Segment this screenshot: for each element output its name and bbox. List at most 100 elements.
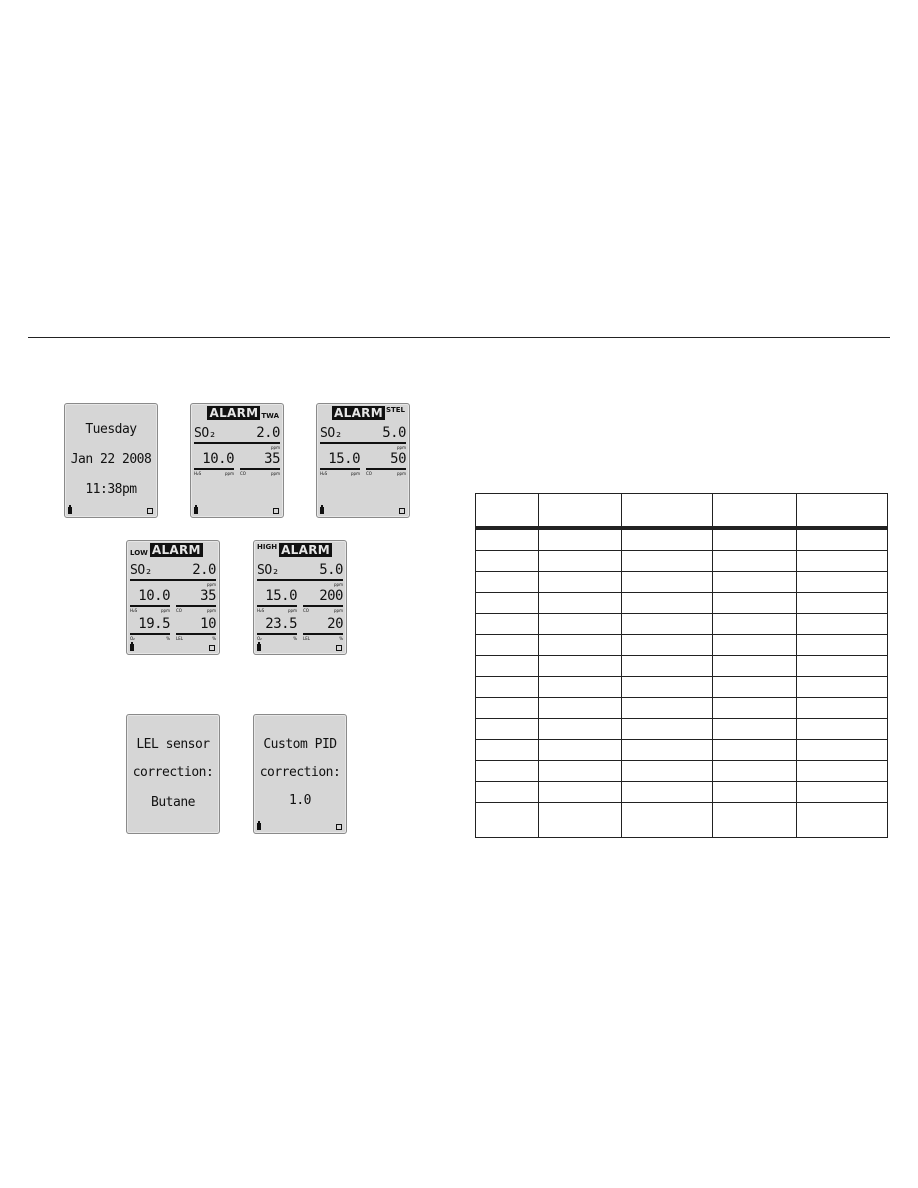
unit-label: % <box>339 636 343 641</box>
gas-value: 5.0 <box>382 425 406 441</box>
sub-reading: 23.5 O₂ % <box>257 613 297 641</box>
main-reading: SO₂ 5.0 ppm <box>320 422 406 450</box>
reading-bar <box>176 633 216 635</box>
table-cell <box>621 613 713 635</box>
high-label: HIGH <box>257 543 278 551</box>
header-cell <box>712 493 797 529</box>
table-cell <box>538 592 622 614</box>
unit-label: ppm <box>271 471 280 476</box>
table-cell <box>712 739 797 761</box>
sub-reading: 20 LEL % <box>303 613 343 641</box>
memory-card-icon <box>399 508 405 514</box>
battery-icon <box>257 642 261 651</box>
table-row <box>475 571 888 593</box>
header-rule <box>28 337 890 338</box>
reading-bar <box>257 605 297 607</box>
gas-value: 19.5 <box>138 616 170 632</box>
table-cell <box>475 527 539 551</box>
table-cell <box>475 613 539 635</box>
table-cell <box>712 676 797 698</box>
gas-name: CO <box>366 471 372 476</box>
table-cell <box>796 634 888 656</box>
table-row <box>475 739 888 761</box>
gas-name: SO₂ <box>130 563 152 578</box>
table-cell <box>796 613 888 635</box>
main-reading: SO₂ 2.0 ppm <box>194 422 280 450</box>
table-cell <box>621 634 713 656</box>
memory-card-icon <box>336 824 342 830</box>
table-row <box>475 634 888 656</box>
table-cell <box>712 760 797 782</box>
alarm-label: ALARM <box>149 543 203 557</box>
table-cell <box>796 781 888 803</box>
table-cell <box>475 781 539 803</box>
gas-name: SO₂ <box>257 563 279 578</box>
reading-bar <box>194 442 280 444</box>
table-cell <box>712 634 797 656</box>
low-label: LOW <box>130 549 148 557</box>
gas-value: 50 <box>390 451 406 467</box>
table-cell <box>475 760 539 782</box>
table-row <box>475 613 888 635</box>
stel-label: STEL <box>385 406 405 414</box>
alarm-label: ALARM <box>279 543 332 557</box>
table-cell <box>712 718 797 740</box>
gas-name: H₂S <box>320 471 328 476</box>
table-row <box>475 655 888 677</box>
gas-name: CO <box>240 471 246 476</box>
table-row <box>475 697 888 719</box>
table-row <box>475 781 888 803</box>
gas-value: 200 <box>319 588 343 604</box>
gas-value: 20 <box>327 616 343 632</box>
unit-label: ppm <box>397 471 406 476</box>
gas-value: 10.0 <box>138 588 170 604</box>
reading-bar <box>130 605 170 607</box>
table-cell <box>796 760 888 782</box>
gas-value: 35 <box>200 588 216 604</box>
gas-value: 35 <box>264 451 280 467</box>
table-cell <box>796 655 888 677</box>
lcd-low-alarm-screen: LOW ALARM SO₂ 2.0 ppm 10.0 H₂S ppm 35 CO… <box>126 540 220 655</box>
table-cell <box>475 676 539 698</box>
table-cell <box>538 634 622 656</box>
table-cell <box>796 697 888 719</box>
reading-bar <box>257 633 297 635</box>
reading-bar <box>257 579 343 581</box>
memory-card-icon <box>147 508 153 514</box>
table-cell <box>621 718 713 740</box>
reading-bar <box>303 605 343 607</box>
table-cell <box>621 571 713 593</box>
gas-name: SO₂ <box>194 426 216 441</box>
table-cell <box>538 527 622 551</box>
table-row <box>475 760 888 782</box>
sub-reading: 10.0 H₂S ppm <box>194 448 234 476</box>
table-cell <box>475 802 539 838</box>
lcd-lel-correction-screen: LEL sensor correction: Butane <box>126 714 220 834</box>
battery-icon <box>320 505 324 514</box>
header-cell <box>796 493 888 529</box>
battery-icon <box>68 505 72 514</box>
table-row <box>475 527 888 551</box>
sub-reading: 35 CO ppm <box>240 448 280 476</box>
sub-reading: 200 CO ppm <box>303 585 343 613</box>
lel-sensor-text: LEL sensor <box>136 737 210 752</box>
lcd-datetime-screen: Tuesday Jan 22 2008 11:38pm <box>64 403 158 518</box>
table-cell <box>621 697 713 719</box>
table-cell <box>621 760 713 782</box>
correction-factor: 1.0 <box>289 793 311 808</box>
unit-label: % <box>166 636 170 641</box>
table-cell <box>538 571 622 593</box>
twa-label: TWA <box>261 412 279 420</box>
alarm-banner: LOW ALARM <box>130 543 203 557</box>
memory-card-icon <box>336 645 342 651</box>
table-cell <box>796 802 888 838</box>
battery-icon <box>194 505 198 514</box>
header-cell <box>621 493 713 529</box>
unit-label: ppm <box>351 471 360 476</box>
table-cell <box>538 676 622 698</box>
table-row <box>475 592 888 614</box>
table-cell <box>796 571 888 593</box>
header-cell <box>475 493 539 529</box>
gas-name: SO₂ <box>320 426 342 441</box>
reading-bar <box>176 605 216 607</box>
